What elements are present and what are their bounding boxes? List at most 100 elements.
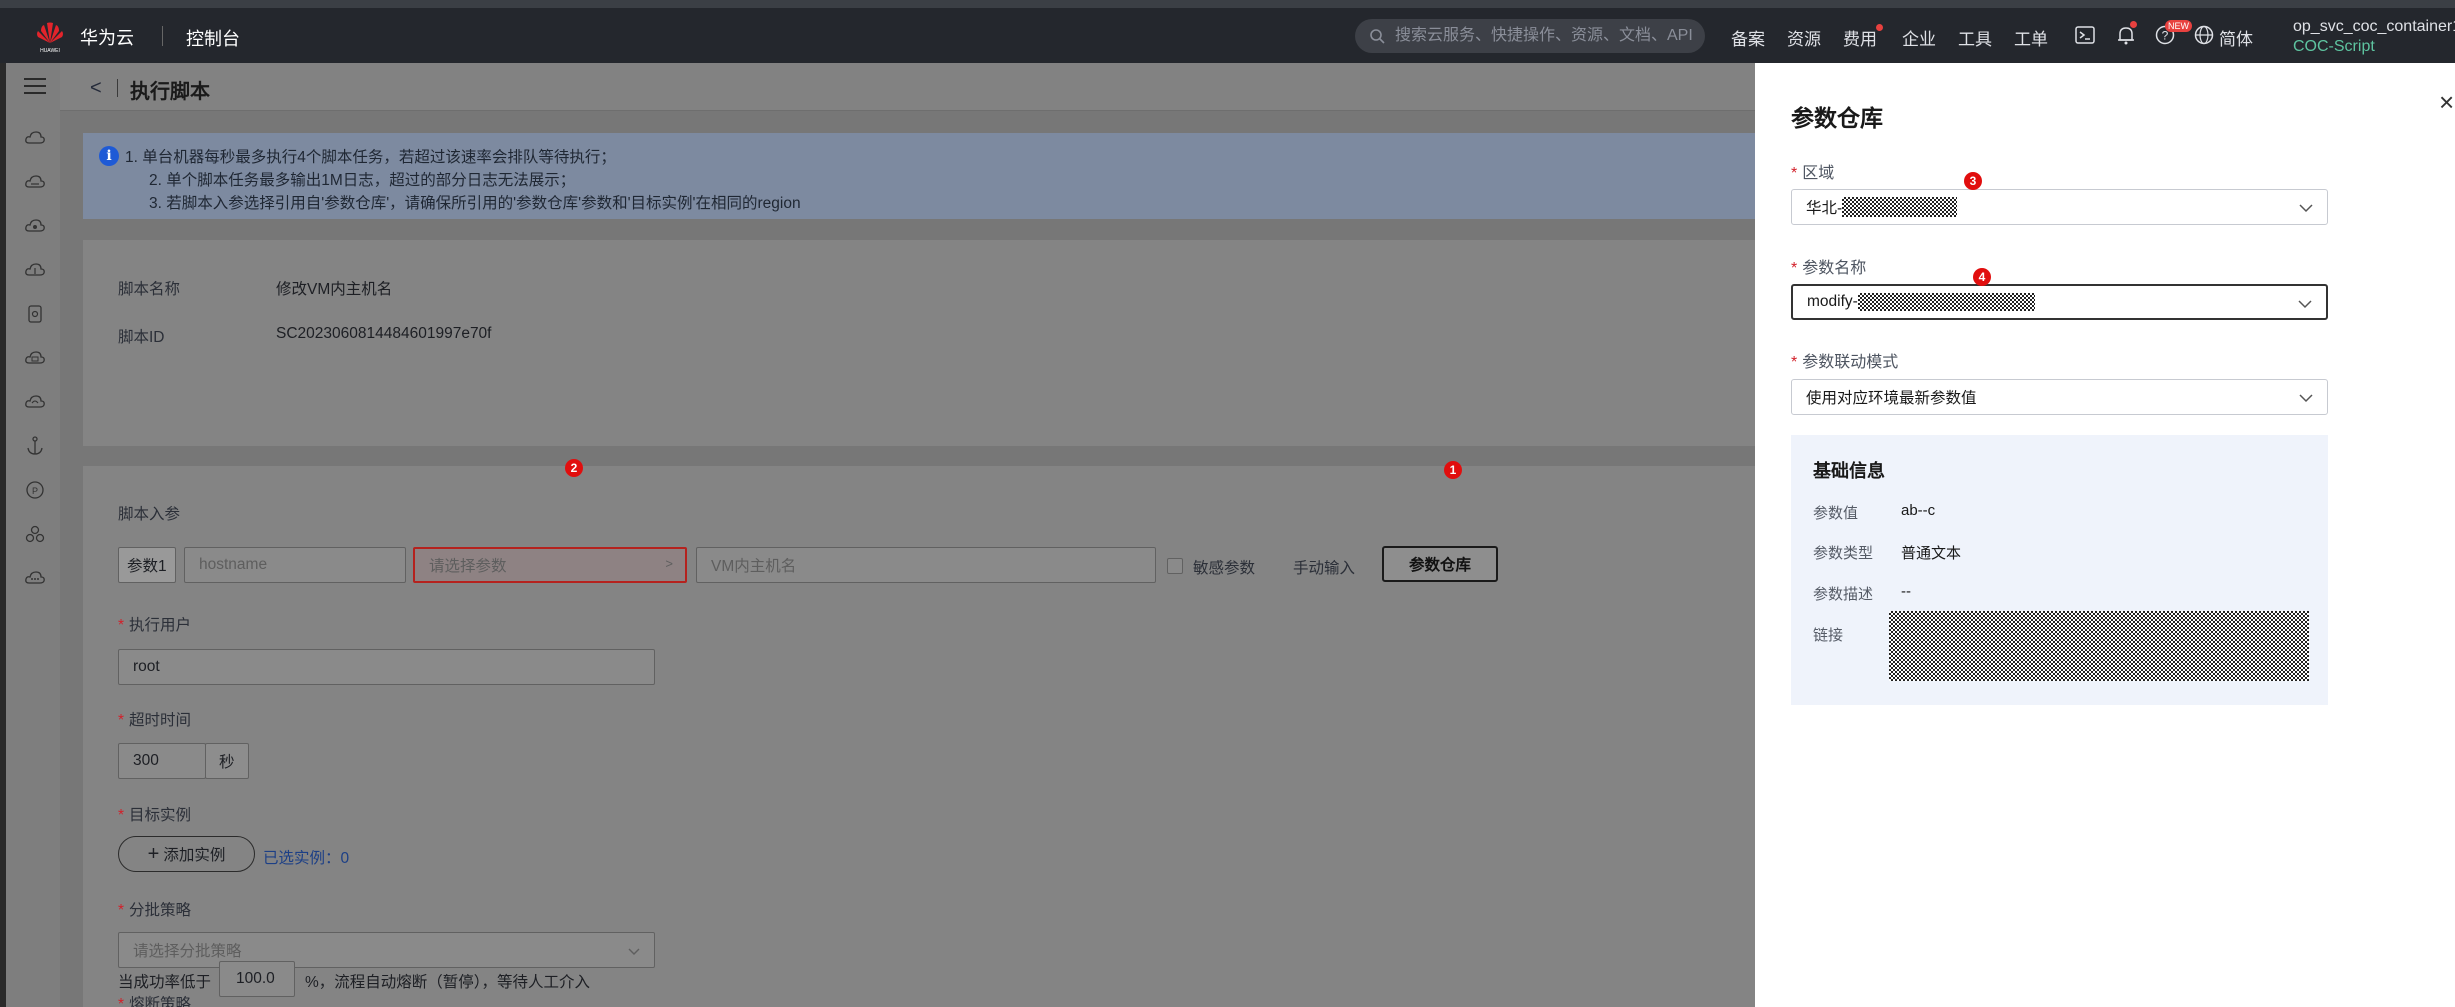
required-mark: * bbox=[118, 617, 125, 634]
required-mark: * bbox=[1791, 354, 1798, 371]
exec-user-input[interactable]: root bbox=[118, 649, 655, 685]
link-mode-select[interactable]: 使用对应环境最新参数值 bbox=[1791, 379, 2328, 415]
param-select[interactable]: 请选择参数 > bbox=[413, 547, 687, 583]
exec-user-label-text: 执行用户 bbox=[129, 617, 192, 634]
back-button[interactable]: < bbox=[90, 77, 102, 100]
script-id-label: 脚本ID bbox=[118, 329, 165, 346]
link-mode-label: * 参数联动模式 bbox=[1791, 348, 1898, 372]
document-icon[interactable] bbox=[24, 303, 46, 325]
script-params-label: 脚本入参 bbox=[118, 506, 181, 523]
notice-line-1: 1. 单台机器每秒最多执行4个脚本任务，若超过该速率会排队等待执行； bbox=[125, 149, 616, 166]
cloud-more-icon[interactable] bbox=[24, 567, 46, 589]
menu-billing[interactable]: 费用 bbox=[1843, 25, 1877, 50]
chevron-down-icon bbox=[2298, 300, 2312, 309]
menu-tools[interactable]: 工具 bbox=[1958, 25, 1992, 50]
basic-info-panel: 基础信息 参数值 ab--c 参数类型 普通文本 参数描述 -- 链接 bbox=[1791, 435, 2328, 705]
language-switch[interactable]: 简体 bbox=[2219, 25, 2253, 50]
header-divider bbox=[117, 79, 118, 97]
timeout-input[interactable]: 300 bbox=[118, 743, 206, 779]
required-mark: * bbox=[1791, 260, 1798, 277]
sensitive-checkbox[interactable] bbox=[1167, 558, 1183, 574]
huawei-logo-icon[interactable]: HUAWEI bbox=[32, 19, 68, 55]
user-account[interactable]: op_svc_coc_container1 COC-Script bbox=[2293, 17, 2455, 57]
batch-strategy-placeholder: 请选择分批策略 bbox=[133, 943, 242, 960]
anchor-icon[interactable] bbox=[24, 435, 46, 457]
menu-resources[interactable]: 资源 bbox=[1787, 25, 1821, 50]
param-repo-button[interactable]: 参数仓库 bbox=[1382, 546, 1498, 582]
redacted-link bbox=[1889, 611, 2309, 681]
cloud-sync-icon[interactable] bbox=[24, 391, 46, 413]
required-mark: * bbox=[118, 996, 125, 1007]
globe-icon[interactable] bbox=[2193, 24, 2215, 46]
timeout-label: * 超时时间 bbox=[118, 708, 191, 730]
param-select-placeholder: 请选择参数 bbox=[429, 558, 507, 575]
menu-tickets[interactable]: 工单 bbox=[2014, 25, 2048, 50]
exec-user-label: * 执行用户 bbox=[118, 613, 191, 635]
param-type-label: 参数类型 bbox=[1813, 545, 1874, 562]
annotation-marker-1: 1 bbox=[1444, 461, 1462, 479]
param-value-input[interactable]: VM内主机名 bbox=[696, 547, 1156, 583]
hamburger-icon[interactable] bbox=[24, 77, 46, 95]
region-select[interactable]: 华北- bbox=[1791, 189, 2328, 225]
link-mode-label-text: 参数联动模式 bbox=[1802, 354, 1899, 371]
service-sidebar: P bbox=[0, 63, 60, 1007]
param-name-input[interactable]: hostname bbox=[184, 547, 406, 583]
region-label: * 区域 bbox=[1791, 159, 1834, 183]
chevron-down-icon bbox=[2299, 204, 2313, 213]
manual-input-tab[interactable]: 手动输入 bbox=[1293, 556, 1355, 578]
cloud-storage-icon[interactable] bbox=[24, 347, 46, 369]
global-search-input[interactable]: 搜索云服务、快捷操作、资源、文档、API bbox=[1355, 19, 1705, 53]
top-navigation-bar: HUAWEI 华为云 控制台 搜索云服务、快捷操作、资源、文档、API 备案 资… bbox=[0, 0, 2455, 63]
sensitive-label: 敏感参数 bbox=[1193, 560, 1256, 577]
param-1-tag: 参数1 bbox=[118, 547, 176, 583]
link-label: 链接 bbox=[1813, 627, 1844, 644]
annotation-marker-4: 4 bbox=[1973, 268, 1991, 286]
required-mark: * bbox=[118, 807, 125, 824]
cloud-network-icon[interactable] bbox=[24, 259, 46, 281]
console-link[interactable]: 控制台 bbox=[186, 25, 240, 51]
param-desc-label: 参数描述 bbox=[1813, 586, 1874, 603]
script-name-label: 脚本名称 bbox=[118, 281, 181, 298]
info-icon: i bbox=[99, 146, 119, 166]
redacted-param-name bbox=[1857, 293, 2035, 311]
terminal-icon[interactable] bbox=[2074, 24, 2096, 46]
cluster-icon[interactable] bbox=[24, 523, 46, 545]
fuse-rate-input[interactable]: 100.0 bbox=[219, 961, 295, 997]
fuse-strategy-label-text: 熔断策略 bbox=[129, 996, 192, 1007]
page-title: 执行脚本 bbox=[130, 81, 210, 103]
fuse-suffix: %，流程自动熔断（暂停），等待人工介入 bbox=[305, 974, 591, 991]
main-content: < 执行脚本 i 1. 单台机器每秒最多执行4个脚本任务，若超过该速率会排队等待… bbox=[60, 63, 1755, 1007]
annotation-marker-3: 3 bbox=[1964, 172, 1982, 190]
menu-enterprise[interactable]: 企业 bbox=[1902, 25, 1936, 50]
add-instance-label: 添加实例 bbox=[163, 847, 226, 864]
batch-strategy-select[interactable]: 请选择分批策略 bbox=[118, 932, 655, 968]
script-params-card: 脚本入参 参数1 hostname 请选择参数 > VM内主机名 敏感参数 手动… bbox=[83, 466, 1755, 1007]
batch-strategy-label-text: 分批策略 bbox=[129, 902, 192, 919]
notice-line-3: 3. 若脚本入参选择引用自'参数仓库'，请确保所引用的'参数仓库'参数和'目标实… bbox=[149, 195, 801, 212]
target-instance-label: * 目标实例 bbox=[118, 803, 191, 825]
billing-notification-dot bbox=[1876, 24, 1883, 31]
param-desc: -- bbox=[1901, 583, 1911, 600]
required-mark: * bbox=[1791, 165, 1798, 182]
cloud-database-icon[interactable] bbox=[24, 215, 46, 237]
notice-line-2: 2. 单个脚本任务最多输出1M日志，超过的部分日志无法展示； bbox=[149, 172, 576, 189]
param-name-label-text: 参数名称 bbox=[1802, 260, 1867, 277]
brand-name[interactable]: 华为云 bbox=[80, 24, 134, 50]
menu-filing[interactable]: 备案 bbox=[1731, 25, 1765, 50]
divider bbox=[162, 26, 163, 46]
user-name: op_svc_coc_container1 bbox=[2293, 18, 2455, 35]
target-instance-label-text: 目标实例 bbox=[129, 807, 192, 824]
basic-info-title: 基础信息 bbox=[1813, 461, 1885, 481]
fuse-prefix: 当成功率低于 bbox=[118, 974, 212, 991]
close-icon[interactable]: × bbox=[2439, 87, 2454, 118]
cloud-icon[interactable] bbox=[24, 127, 46, 149]
user-project: COC-Script bbox=[2293, 38, 2375, 55]
param-name-select[interactable]: modify- bbox=[1791, 284, 2328, 320]
chat-icon[interactable]: P bbox=[24, 479, 46, 501]
page-header: < 执行脚本 bbox=[60, 63, 1755, 111]
param-name-value: modify- bbox=[1807, 293, 1858, 310]
cloud-server-icon[interactable] bbox=[24, 171, 46, 193]
notice-banner: i 1. 单台机器每秒最多执行4个脚本任务，若超过该速率会排队等待执行； 2. … bbox=[83, 133, 1755, 219]
selected-instances-link[interactable]: 已选实例：0 bbox=[263, 846, 349, 868]
add-instance-button[interactable]: + 添加实例 bbox=[118, 836, 255, 872]
